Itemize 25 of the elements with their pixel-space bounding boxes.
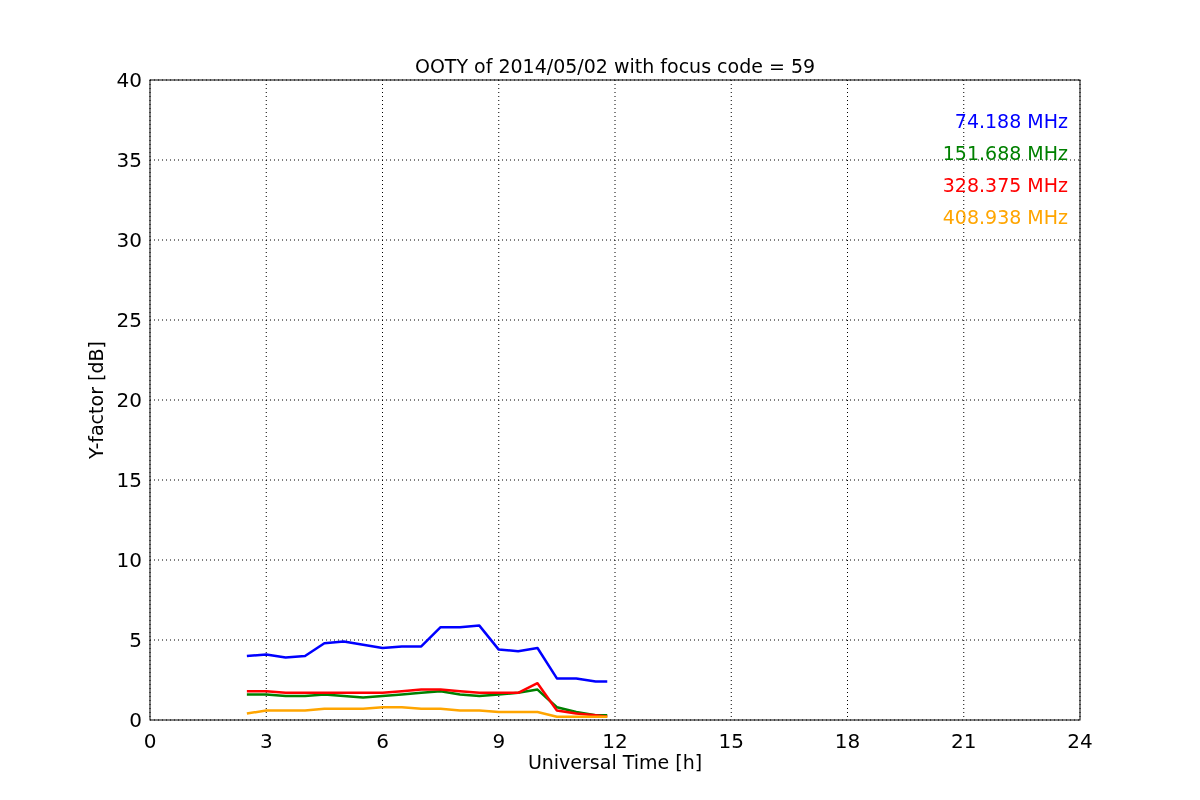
x-tick-label: 3: [259, 729, 273, 753]
chart-title: OOTY of 2014/05/02 with focus code = 59: [414, 55, 816, 77]
x-axis-label: Universal Time [h]: [527, 751, 703, 773]
y-tick-label: 30: [116, 228, 142, 252]
x-tick-label: 12: [602, 729, 628, 753]
x-tick-label: 18: [834, 729, 861, 753]
legend-label: 74.188 MHz: [954, 110, 1068, 132]
y-tick-label: 0: [129, 708, 142, 732]
y-tick-label: 10: [116, 548, 142, 572]
y-tick-label: 20: [116, 388, 142, 412]
legend-label: 328.375 MHz: [942, 174, 1068, 196]
x-tick-label: 0: [143, 729, 157, 753]
y-axis-label: Y-factor [dB]: [85, 341, 107, 459]
y-tick-label: 35: [116, 148, 142, 172]
x-tick-label: 21: [951, 729, 977, 753]
x-tick-label: 24: [1067, 729, 1093, 753]
y-tick-label: 5: [129, 628, 142, 652]
legend-label: 408.938 MHz: [942, 206, 1068, 228]
legend-label: 151.688 MHz: [942, 142, 1068, 164]
x-tick-label: 6: [376, 729, 389, 753]
x-tick-label: 9: [492, 729, 506, 753]
x-tick-label: 15: [718, 729, 744, 753]
y-tick-label: 15: [116, 468, 142, 492]
y-tick-label: 40: [116, 68, 142, 92]
y-tick-label: 25: [116, 308, 142, 332]
